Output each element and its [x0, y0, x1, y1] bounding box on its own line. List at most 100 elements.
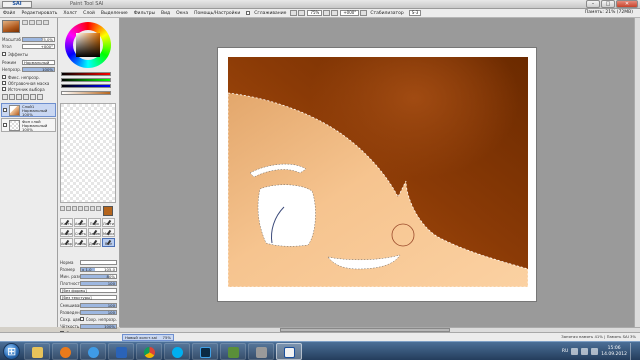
- density-slider[interactable]: 100: [80, 280, 117, 286]
- deselect-brush-tool[interactable]: Снять: [74, 228, 87, 237]
- effects-toggle[interactable]: [2, 52, 6, 56]
- delete-layer-icon[interactable]: [37, 94, 43, 100]
- menu-selection[interactable]: Выделение: [98, 11, 131, 16]
- flip-icon[interactable]: [360, 10, 368, 16]
- menu-filter[interactable]: Фильтры: [131, 11, 158, 16]
- canvas-area[interactable]: [120, 18, 640, 327]
- close-button[interactable]: ✕: [616, 0, 638, 8]
- pen-tool[interactable]: Перо: [88, 218, 101, 227]
- menu-view[interactable]: Вид: [158, 11, 173, 16]
- blur-brush-tool[interactable]: Размыть: [74, 238, 87, 247]
- taskbar-app-browser[interactable]: [80, 343, 106, 360]
- min-size-slider[interactable]: 80%: [80, 273, 117, 279]
- taskbar-app-word[interactable]: [108, 343, 134, 360]
- language-indicator[interactable]: RU: [562, 349, 568, 354]
- rotate-right-icon[interactable]: [331, 10, 339, 16]
- nav-reset-icon[interactable]: [36, 20, 42, 25]
- nav-zoom-in-icon[interactable]: [29, 20, 35, 25]
- taskbar-app-tool[interactable]: [248, 343, 274, 360]
- marker-tool[interactable]: Маркер: [102, 228, 115, 237]
- brush-mode-select[interactable]: [80, 259, 117, 265]
- rotate-left-icon[interactable]: [323, 10, 331, 16]
- nav-fit-icon[interactable]: [43, 20, 49, 25]
- protect-opacity-checkbox[interactable]: [2, 75, 6, 79]
- smoothness-slider[interactable]: 100%: [80, 323, 117, 329]
- taskbar-app-chrome[interactable]: [136, 343, 162, 360]
- navigator-preview[interactable]: [2, 20, 20, 33]
- taskbar-app-skype[interactable]: [164, 343, 190, 360]
- stabilizer-select[interactable]: S-3: [408, 10, 422, 16]
- taskbar-app-media[interactable]: [52, 343, 78, 360]
- visibility-icon[interactable]: [3, 123, 7, 127]
- navigator-angle-slider[interactable]: +000°: [22, 43, 55, 49]
- maximize-button[interactable]: □: [601, 0, 615, 8]
- lasso-icon[interactable]: [66, 206, 71, 211]
- angle-field[interactable]: +000°: [340, 10, 360, 16]
- new-layer-icon[interactable]: [2, 94, 8, 100]
- zoom-out-icon[interactable]: [290, 10, 298, 16]
- dilution-slider[interactable]: 100: [80, 309, 117, 315]
- minimize-button[interactable]: –: [586, 0, 600, 8]
- shape-select[interactable]: [без формы]: [60, 287, 117, 293]
- taskbar-app-sai[interactable]: [276, 343, 302, 360]
- brush-tool[interactable]: Кисть: [60, 218, 73, 227]
- menu-others[interactable]: Помощь/Настройки: [191, 11, 243, 16]
- color-mix-slider[interactable]: [61, 91, 111, 95]
- copy-layer-icon[interactable]: [23, 94, 29, 100]
- magic-wand-icon[interactable]: [72, 206, 77, 211]
- merge-layer-icon[interactable]: [30, 94, 36, 100]
- select-icon[interactable]: [60, 206, 65, 211]
- bucket-tool[interactable]: Заливка: [88, 228, 101, 237]
- clipping-checkbox[interactable]: [2, 81, 6, 85]
- menu-layer[interactable]: Слой: [80, 11, 98, 16]
- brush-size-slider[interactable]: x 1.0 105.0: [80, 266, 117, 272]
- blending-slider[interactable]: 100: [80, 302, 117, 308]
- taskbar-app-game[interactable]: [220, 343, 246, 360]
- zoom-field[interactable]: 75%: [307, 10, 323, 16]
- rotate-icon[interactable]: [90, 206, 95, 211]
- new-folder-icon[interactable]: [9, 94, 15, 100]
- current-color-swatch[interactable]: [103, 206, 113, 216]
- binary-tool[interactable]: Двоичн.: [88, 238, 101, 247]
- blue-slider[interactable]: [61, 84, 111, 88]
- menu-edit[interactable]: Редактировать: [18, 11, 60, 16]
- visibility-icon[interactable]: [3, 108, 7, 112]
- menu-window[interactable]: Окна: [173, 11, 191, 16]
- selection-source-checkbox[interactable]: [2, 87, 6, 91]
- keep-opacity-checkbox[interactable]: [79, 317, 84, 321]
- show-desktop-button[interactable]: [630, 343, 636, 360]
- color-swatches-grid[interactable]: [60, 103, 116, 203]
- move-icon[interactable]: [78, 206, 83, 211]
- taskbar-app-photoshop[interactable]: [192, 343, 218, 360]
- eraser-tool[interactable]: Ластик: [102, 218, 115, 227]
- saturation-value-square[interactable]: [76, 33, 100, 57]
- layer-item[interactable]: Фон слой Нормальный 100%: [1, 118, 56, 132]
- vertical-scrollbar[interactable]: [634, 18, 640, 327]
- start-button[interactable]: [3, 343, 20, 360]
- menu-canvas[interactable]: Холст: [60, 11, 80, 16]
- layer-item[interactable]: Слой1 Нормальный 100%: [1, 103, 56, 117]
- menu-file[interactable]: Файл: [0, 11, 18, 16]
- hand-icon[interactable]: [96, 206, 101, 211]
- document-tab[interactable]: 75% Новый холст.sai: [122, 334, 174, 341]
- texture-select[interactable]: [без текстуры]: [60, 294, 117, 300]
- opacity-slider[interactable]: 100%: [22, 66, 55, 72]
- nav-zoom-out-icon[interactable]: [22, 20, 28, 25]
- green-slider[interactable]: [61, 78, 111, 82]
- clock[interactable]: 15:06 14.09.2012: [601, 346, 627, 358]
- mode-select[interactable]: Нормальный: [22, 59, 55, 65]
- navigator-zoom-slider[interactable]: 75,0%: [22, 36, 55, 42]
- blur-tool[interactable]: Blur: [102, 238, 115, 247]
- zoom-in-icon[interactable]: [298, 10, 306, 16]
- watercolor-tool[interactable]: Акварель: [60, 238, 73, 247]
- network-icon[interactable]: [571, 348, 579, 355]
- red-slider[interactable]: [61, 72, 111, 76]
- antialias-checkbox[interactable]: [246, 11, 251, 15]
- new-linework-icon[interactable]: [16, 94, 22, 100]
- taskbar-app-explorer[interactable]: [24, 343, 50, 360]
- select-brush-tool[interactable]: Выбрать: [60, 228, 73, 237]
- flag-icon[interactable]: [591, 348, 599, 355]
- artwork[interactable]: [228, 57, 528, 287]
- airbrush-tool[interactable]: Аэрограф: [74, 218, 87, 227]
- canvas-paper[interactable]: [218, 48, 536, 301]
